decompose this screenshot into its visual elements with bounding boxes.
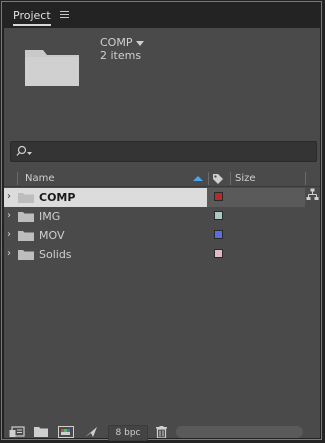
column-divider[interactable] [305, 172, 306, 185]
interpret-footage-icon[interactable] [9, 426, 25, 438]
size-column-header[interactable]: Size [235, 173, 256, 184]
horizontal-scrollbar[interactable] [176, 426, 303, 438]
panel-titlebar: Project [2, 2, 321, 28]
bit-depth-button[interactable]: 8 bpc [108, 425, 148, 441]
item-name[interactable]: IMG [39, 210, 60, 223]
trash-icon[interactable] [156, 426, 167, 438]
expand-chevron-icon[interactable]: › [7, 191, 11, 202]
label-tag-icon[interactable] [212, 173, 224, 185]
label-color-swatch[interactable] [214, 249, 223, 258]
column-header: Name Size [4, 171, 320, 187]
hamburger-menu-icon[interactable] [60, 11, 69, 18]
column-divider[interactable] [208, 172, 209, 185]
list-item[interactable]: › Solids [4, 245, 305, 264]
search-input[interactable] [10, 141, 317, 162]
folder-icon [18, 193, 34, 203]
sort-ascending-icon[interactable] [193, 176, 203, 181]
search-icon[interactable] [16, 145, 34, 157]
project-items-list: › COMP › IMG › MOV › Solids [4, 188, 305, 264]
list-item[interactable]: › IMG [4, 207, 305, 226]
preview-item-name[interactable]: COMP [100, 36, 145, 49]
preview-item-count: 2 items [100, 49, 142, 62]
item-name[interactable]: MOV [39, 229, 64, 242]
name-column-header[interactable]: Name [25, 173, 55, 184]
label-color-swatch[interactable] [214, 230, 223, 239]
project-panel: Project COMP 2 items Name Size › COMP › … [1, 1, 322, 441]
folder-icon [18, 212, 34, 222]
selection-highlight [4, 188, 207, 207]
list-item[interactable]: › MOV [4, 226, 305, 245]
column-divider[interactable] [17, 172, 18, 185]
column-divider[interactable] [230, 172, 231, 185]
project-settings-icon[interactable] [84, 426, 98, 438]
expand-chevron-icon[interactable]: › [7, 248, 11, 259]
folder-icon [18, 231, 34, 241]
label-color-swatch[interactable] [214, 211, 223, 220]
item-name[interactable]: COMP [39, 191, 75, 204]
expand-chevron-icon[interactable]: › [7, 210, 11, 221]
panel-footer: 8 bpc [4, 425, 320, 441]
new-folder-icon[interactable] [34, 426, 48, 437]
folder-preview-icon [25, 50, 79, 86]
project-content: COMP 2 items Name Size › COMP › IMG › MO… [4, 28, 320, 441]
flowchart-icon[interactable] [306, 188, 319, 201]
item-name[interactable]: Solids [39, 248, 72, 261]
folder-icon [18, 250, 34, 260]
dropdown-arrow-icon[interactable] [136, 40, 145, 46]
expand-chevron-icon[interactable]: › [7, 229, 11, 240]
list-item[interactable]: › COMP [4, 188, 305, 207]
panel-title[interactable]: Project [13, 9, 51, 26]
label-color-swatch[interactable] [214, 192, 223, 201]
new-composition-icon[interactable] [58, 426, 74, 438]
